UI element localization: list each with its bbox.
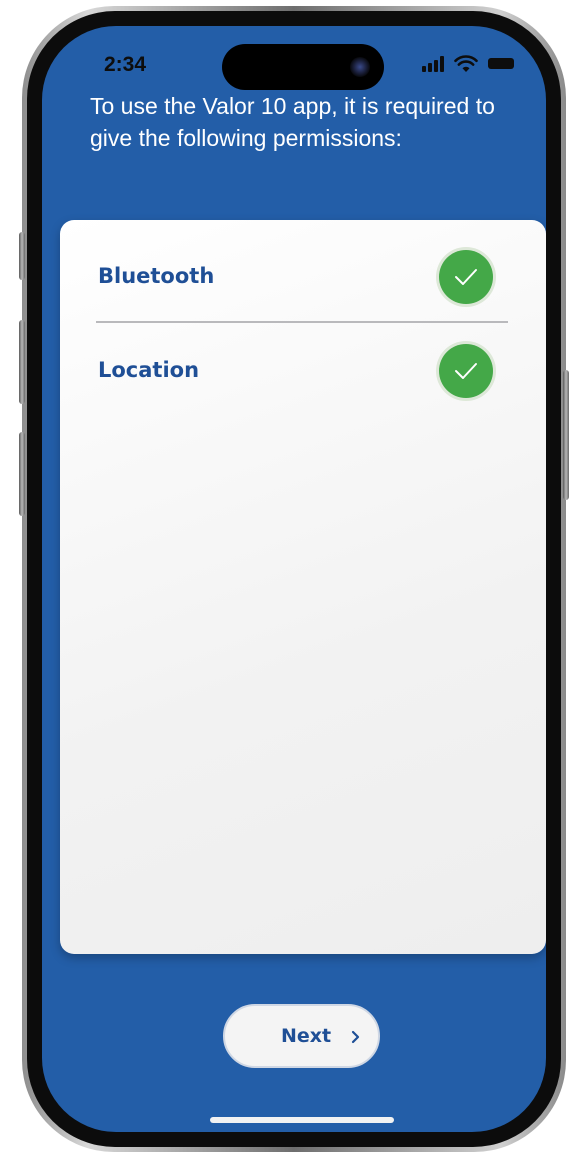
page: 2:34 To use the Valor 10 app, it is requ…	[0, 0, 588, 1157]
battery-icon	[488, 58, 514, 69]
volume-up-button	[19, 320, 25, 404]
permission-row-bluetooth[interactable]: Bluetooth	[98, 246, 508, 306]
wifi-icon	[454, 55, 478, 72]
permission-label: Location	[98, 358, 200, 382]
dynamic-island	[222, 44, 384, 90]
action-button	[19, 232, 25, 280]
checkmark-icon	[439, 344, 493, 398]
permission-divider	[96, 321, 508, 323]
signal-icon	[422, 56, 444, 72]
home-indicator[interactable]	[210, 1117, 394, 1123]
power-button	[563, 370, 569, 500]
permission-label: Bluetooth	[98, 264, 215, 288]
app-screen: 2:34 To use the Valor 10 app, it is requ…	[42, 26, 546, 1132]
permission-row-location[interactable]: Location	[98, 340, 508, 400]
chevron-right-icon	[351, 1030, 360, 1044]
status-time: 2:34	[104, 53, 147, 76]
permissions-card: Bluetooth Location	[60, 220, 546, 954]
status-icons	[422, 55, 522, 72]
camera-icon	[350, 57, 370, 77]
next-button-label: Next	[281, 1025, 332, 1047]
checkmark-icon	[439, 250, 493, 304]
volume-down-button	[19, 432, 25, 516]
next-button[interactable]: Next	[223, 1004, 380, 1068]
permissions-intro-text: To use the Valor 10 app, it is required …	[90, 93, 495, 151]
